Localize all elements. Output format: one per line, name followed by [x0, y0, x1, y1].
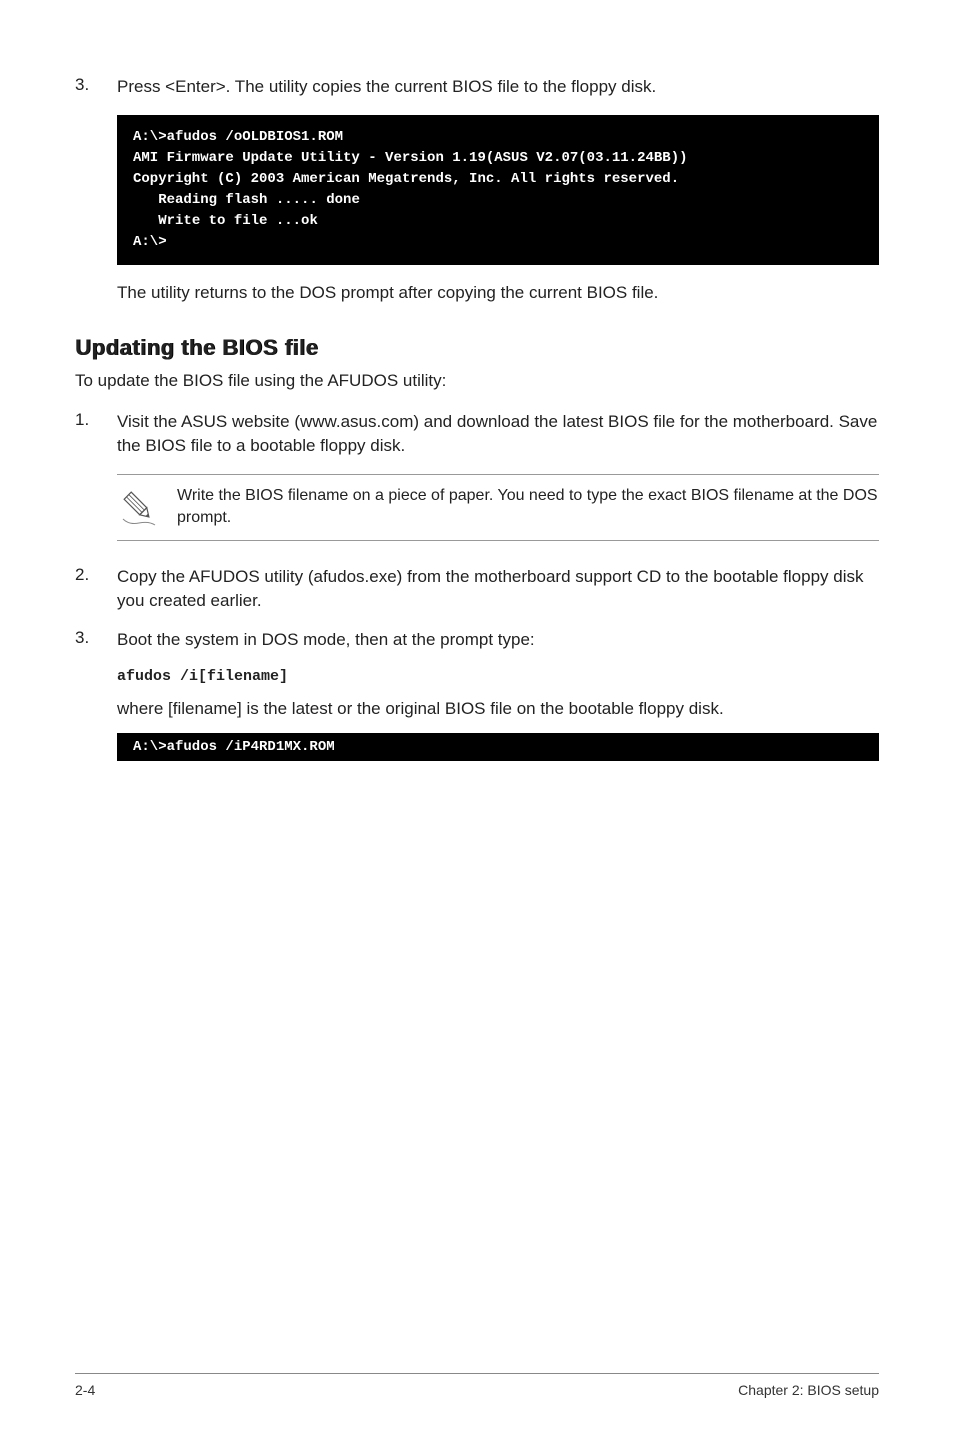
step-text: Press <Enter>. The utility copies the cu…	[117, 75, 879, 99]
paragraph: where [filename] is the latest or the or…	[117, 697, 879, 721]
section-intro: To update the BIOS file using the AFUDOS…	[75, 369, 879, 393]
page-number: 2-4	[75, 1382, 95, 1398]
step-text: Copy the AFUDOS utility (afudos.exe) fro…	[117, 565, 879, 613]
step-item: 3. Press <Enter>. The utility copies the…	[75, 75, 879, 99]
step-number: 2.	[75, 565, 117, 613]
step-text: Visit the ASUS website (www.asus.com) an…	[117, 410, 879, 458]
command-text: afudos /i[filename]	[117, 668, 879, 685]
note-callout: Write the BIOS filename on a piece of pa…	[117, 474, 879, 541]
terminal-output: A:\>afudos /iP4RD1MX.ROM	[117, 733, 879, 761]
section-heading: Updating the BIOS file	[75, 335, 879, 361]
step-text: Boot the system in DOS mode, then at the…	[117, 628, 879, 652]
paragraph: The utility returns to the DOS prompt af…	[117, 281, 879, 305]
note-text: Write the BIOS filename on a piece of pa…	[177, 485, 879, 530]
step-number: 3.	[75, 628, 117, 652]
terminal-output: A:\>afudos /oOLDBIOS1.ROM AMI Firmware U…	[117, 115, 879, 265]
step-item: 2. Copy the AFUDOS utility (afudos.exe) …	[75, 565, 879, 613]
step-number: 3.	[75, 75, 117, 99]
page-footer: 2-4 Chapter 2: BIOS setup	[75, 1373, 879, 1398]
pencil-icon	[117, 485, 177, 529]
step-item: 3. Boot the system in DOS mode, then at …	[75, 628, 879, 652]
chapter-label: Chapter 2: BIOS setup	[738, 1382, 879, 1398]
step-number: 1.	[75, 410, 117, 458]
step-item: 1. Visit the ASUS website (www.asus.com)…	[75, 410, 879, 458]
